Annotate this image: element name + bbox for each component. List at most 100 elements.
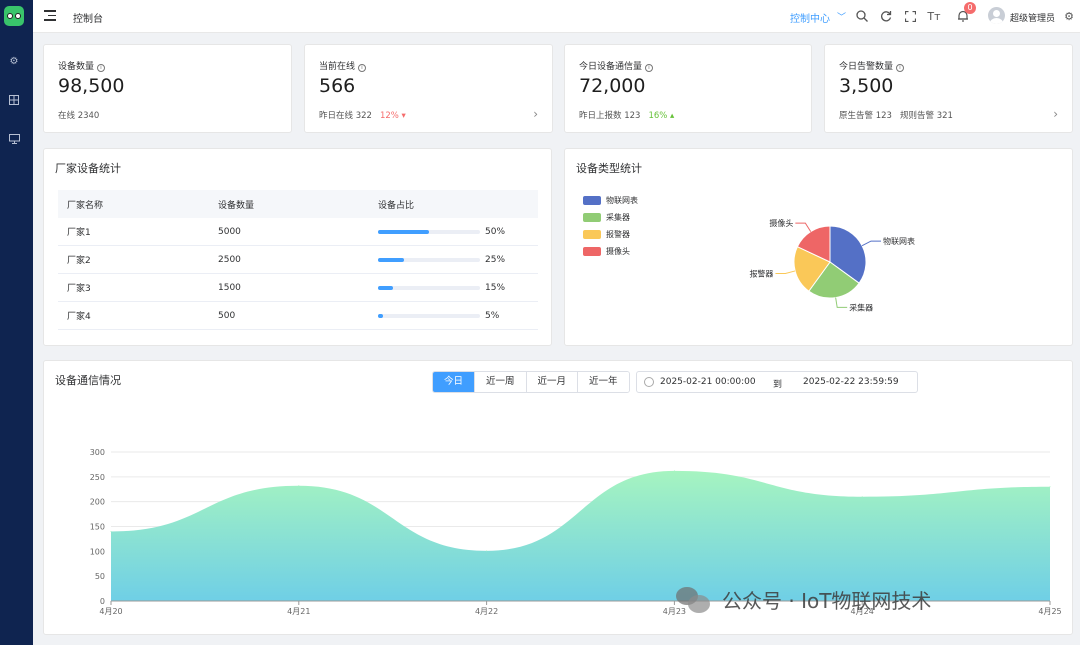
stat-card-devices: 设备数量 i 98,500 在线 2340 [43,44,292,133]
legend-swatch [583,213,601,222]
vendor-percent: 25% [485,254,506,265]
data-point [1049,486,1051,488]
column-header: 厂家名称 [67,200,104,211]
pie-label-line [775,270,796,274]
x-tick-label: 4月25 [1038,607,1061,616]
pie-label-line [861,240,881,247]
legend-swatch [583,247,601,256]
x-tick-label: 4月21 [287,607,310,616]
vendor-count: 5000 [218,226,241,237]
stat-value: 72,000 [579,75,646,97]
info-icon[interactable]: i [97,64,106,72]
y-tick-label: 50 [95,572,105,581]
y-tick-label: 100 [90,547,105,556]
data-point [673,470,675,472]
stat-value: 98,500 [58,75,125,97]
vendor-table: 厂家名称 设备数量 设备占比 厂家1 5000 50% 厂家2 2500 25%… [58,190,538,330]
stat-sub: 在线 2340 [58,111,100,121]
x-tick-label: 4月20 [99,607,122,616]
info-icon[interactable]: i [645,64,654,72]
stat-label: 当前在线 i [319,59,367,72]
legend-item[interactable]: 采集器 [583,209,638,226]
vendor-name: 厂家4 [67,312,91,322]
stat-label: 今日设备通信量 i [579,59,654,72]
table-header: 厂家名称 设备数量 设备占比 [58,190,538,218]
info-icon[interactable]: i [896,64,905,72]
progress-fill [378,313,384,318]
chevron-right-icon[interactable]: › [533,107,538,121]
stat-card-comm: 今日设备通信量 i 72,000 昨日上报数 123 16% ▴ [564,44,812,133]
vendor-percent: 15% [485,282,506,293]
chevron-right-icon[interactable]: › [1053,107,1058,121]
logo[interactable] [4,6,24,26]
pie-label-line [835,297,848,308]
progress-bar [378,229,480,234]
notification-badge: 0 [964,2,976,14]
trend-up: 16% ▴ [648,111,675,121]
trend-down: 12% ▾ [379,111,406,121]
card-title: 设备类型统计 [576,162,642,175]
data-point [298,485,300,487]
y-tick-label: 250 [90,473,105,482]
monitor-icon[interactable] [8,133,20,145]
chevron-down-icon[interactable]: ﹀ [837,10,846,23]
progress-fill [378,257,404,262]
x-tick-label: 4月22 [475,607,498,616]
pie-label: 物联网表 [883,236,915,246]
table-row: 厂家1 5000 50% [58,218,538,246]
legend-item[interactable]: 物联网表 [583,192,638,209]
area-series [111,470,1050,601]
pie-label: 摄像头 [769,218,793,228]
vendor-percent: 50% [485,226,506,237]
fullscreen-icon[interactable] [903,9,917,23]
legend-swatch [583,230,601,239]
device-type-card: 设备类型统计 物联网表 采集器 报警器 摄像头 物联网表 采集器 报警器 摄像头 [564,148,1073,346]
gear-icon[interactable]: ⚙ [1062,9,1076,23]
stat-sub: 原生告警 123 规则告警 321 [839,111,953,121]
pie-label: 报警器 [749,268,773,278]
progress-bar [378,257,480,262]
progress-fill [378,285,394,290]
vendor-name: 厂家3 [67,284,91,294]
console-center-link[interactable]: 控制中心 [790,10,830,25]
stat-card-online: 当前在线 i 566 昨日在线 322 12% ▾ › [304,44,553,133]
pie-label: 采集器 [849,302,873,312]
menu-toggle-icon[interactable] [44,10,56,22]
table-row: 厂家3 1500 15% [58,274,538,302]
progress-fill [378,229,429,234]
stat-sub: 昨日在线 322 12% ▾ [319,111,406,121]
settings-icon[interactable]: ⚙ [8,55,20,67]
progress-bar [378,285,480,290]
username[interactable]: 超级管理员 [1010,11,1055,24]
data-point [861,496,863,498]
legend-item[interactable]: 报警器 [583,226,638,243]
stat-card-alarms: 今日告警数量 i 3,500 原生告警 123 规则告警 321 › [824,44,1073,133]
data-point [110,530,112,532]
stat-sub: 昨日上报数 123 16% ▴ [579,111,675,121]
stat-value: 566 [319,75,356,97]
card-title: 厂家设备统计 [55,162,121,175]
pie-label-line [795,222,812,232]
column-header: 设备数量 [218,200,255,211]
top-header: 控制台 控制中心 ﹀ Tт 0 超级管理员 ⚙ [33,0,1080,33]
vendor-name: 厂家1 [67,228,91,238]
vendor-name: 厂家2 [67,256,91,266]
column-header: 设备占比 [378,200,415,211]
stat-label: 今日告警数量 i [839,59,905,72]
device-type-pie-chart: 物联网表采集器 报警器 摄像头 [749,218,915,312]
table-row: 厂家2 2500 25% [58,246,538,274]
progress-bar [378,313,480,318]
font-size-icon[interactable]: Tт [927,9,941,23]
vendor-count: 1500 [218,282,241,293]
grid-icon[interactable] [8,94,20,106]
y-tick-label: 0 [100,597,105,606]
legend-swatch [583,196,601,205]
avatar[interactable] [988,7,1005,24]
info-icon[interactable]: i [358,64,367,72]
vendor-percent: 5% [485,310,500,321]
table-row: 厂家4 500 5% [58,302,538,330]
search-icon[interactable] [855,9,869,23]
y-tick-label: 150 [90,523,105,532]
refresh-icon[interactable] [879,9,893,23]
legend-item[interactable]: 摄像头 [583,243,638,260]
